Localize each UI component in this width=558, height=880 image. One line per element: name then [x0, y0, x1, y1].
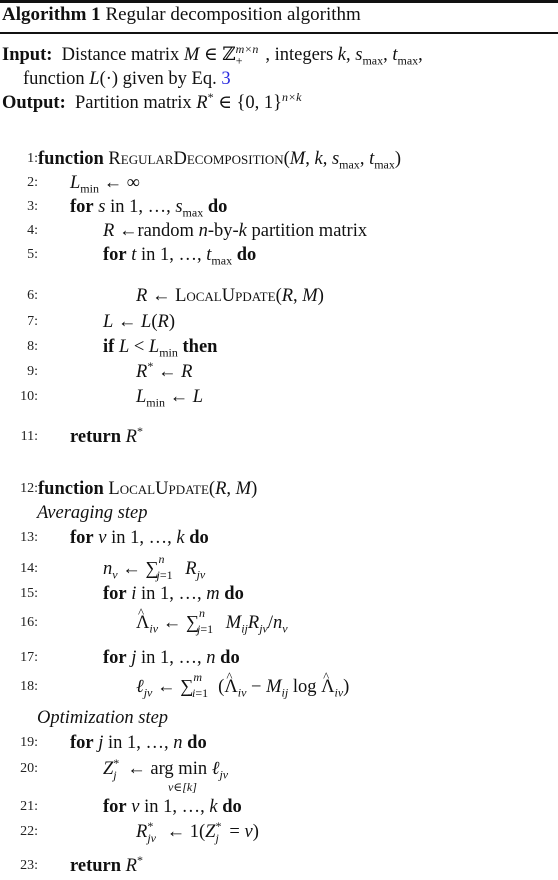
line-number: 17: [20, 650, 38, 665]
line-number: 13: [20, 530, 38, 545]
line-number: 3: [27, 199, 38, 214]
line-number: 12: [20, 481, 38, 496]
caption-rule [0, 32, 558, 34]
output-label: Output: [2, 93, 66, 113]
line-number: 10: [20, 389, 38, 404]
line-number: 11: [20, 429, 38, 444]
line-number: 2: [27, 175, 38, 190]
line-number: 19: [20, 735, 38, 750]
line-number: 4: [27, 223, 38, 238]
line-number: 5: [27, 247, 38, 262]
line-number: 14: [20, 561, 38, 576]
input-line-2: function L(·) given by Eq. 3 [23, 69, 231, 89]
line-number: 20: [20, 761, 38, 776]
line-number: 22: [20, 824, 38, 839]
line-number: 21: [20, 799, 38, 814]
line-number: 18: [20, 679, 38, 694]
top-rule [0, 0, 558, 3]
output-line: Output: Partition matrix R* ∈ {0, 1}n×k [2, 89, 302, 113]
line-number: 8: [27, 339, 38, 354]
line-number: 9: [27, 364, 38, 379]
algorithm-caption: Algorithm 1 Regular decomposition algori… [2, 4, 361, 26]
line-number: 6: [27, 288, 38, 303]
input-label: Input: [2, 45, 53, 65]
eq-3-link[interactable]: 3 [221, 69, 230, 89]
line-number: 1: [27, 151, 38, 166]
line-number: 15: [20, 586, 38, 601]
input-line: Input: Distance matrix M ∈ ℤ+m×n, intege… [2, 41, 423, 68]
line-number: 16: [20, 615, 38, 630]
line-number: 23: [20, 858, 38, 873]
line-number: 7: [27, 314, 38, 329]
algorithm-title: Regular decomposition algorithm [105, 4, 361, 25]
algorithm-label: Algorithm 1 [2, 4, 101, 25]
